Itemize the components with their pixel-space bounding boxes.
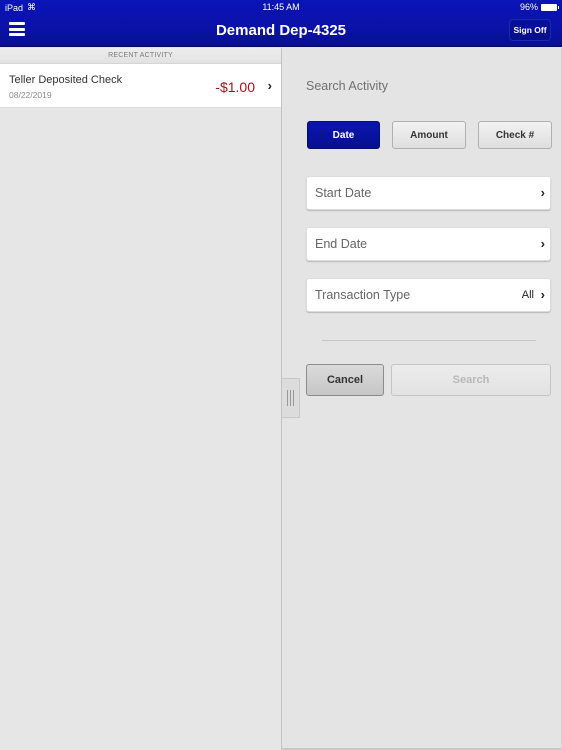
status-bar: iPad ⌘ 11:45 AM 96%: [0, 0, 562, 14]
cancel-button[interactable]: Cancel: [306, 364, 384, 396]
chevron-right-icon: ›: [540, 236, 545, 251]
sign-off-button[interactable]: Sign Off: [509, 19, 551, 41]
chevron-right-icon: ›: [540, 185, 545, 200]
status-time: 11:45 AM: [262, 2, 300, 12]
transaction-type-label: Transaction Type: [315, 288, 411, 302]
filter-tab-amount[interactable]: Amount: [392, 121, 466, 149]
search-activity-pane: Search Activity Date Amount Check # Star…: [282, 48, 562, 750]
chevron-right-icon: ›: [267, 78, 272, 93]
page-title: Demand Dep-4325: [215, 22, 347, 39]
transaction-type-field[interactable]: Transaction Type All ›: [306, 278, 551, 312]
filter-tab-check-number[interactable]: Check #: [478, 121, 552, 149]
end-date-field[interactable]: End Date ›: [306, 227, 551, 261]
activity-amount: -$1.00: [215, 79, 255, 95]
split-drag-handle[interactable]: [282, 378, 300, 418]
top-bar: iPad ⌘ 11:45 AM 96% Demand Dep-4325 Sign…: [0, 0, 562, 47]
battery-icon: [541, 3, 559, 11]
recent-activity-pane: RECENT ACTIVITY Teller Deposited Check 0…: [0, 48, 281, 750]
transaction-type-value: All: [521, 289, 534, 301]
start-date-label: Start Date: [315, 186, 372, 200]
status-right: 96%: [519, 2, 559, 12]
nav-bar: Demand Dep-4325 Sign Off: [0, 14, 562, 47]
activity-list-item[interactable]: Teller Deposited Check 08/22/2019 -$1.00…: [0, 64, 281, 108]
chevron-right-icon: ›: [540, 287, 545, 302]
search-button[interactable]: Search: [391, 364, 551, 396]
search-title: Search Activity: [306, 79, 388, 93]
activity-title: Teller Deposited Check: [9, 74, 123, 86]
filter-tab-date[interactable]: Date: [307, 121, 380, 149]
end-date-label: End Date: [315, 237, 368, 251]
recent-activity-header: RECENT ACTIVITY: [0, 48, 281, 64]
battery-percent: 96%: [519, 2, 538, 12]
activity-date: 08/22/2019: [9, 90, 52, 100]
separator: [322, 340, 536, 341]
start-date-field[interactable]: Start Date ›: [306, 176, 551, 210]
